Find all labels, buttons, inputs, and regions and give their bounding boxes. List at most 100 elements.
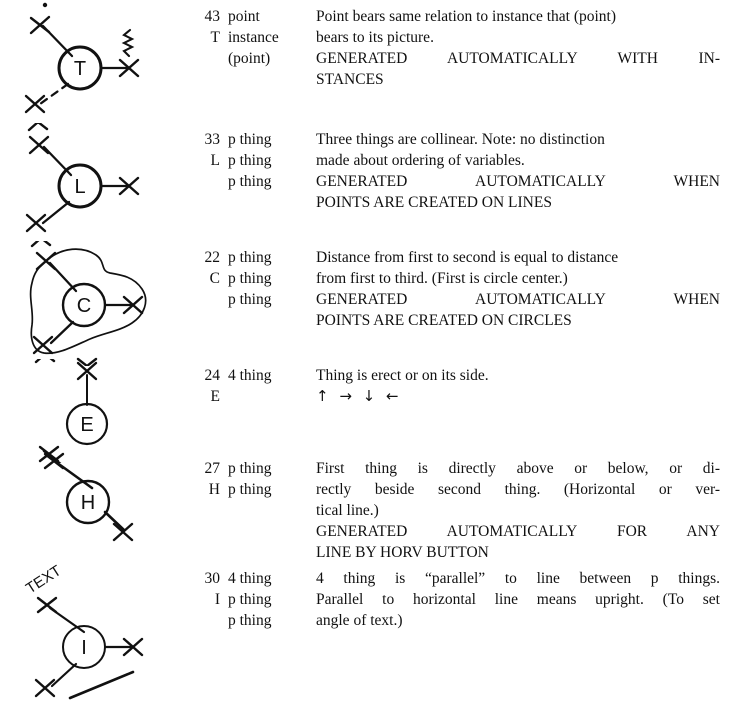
constraint-types-cell: 4 thing: [228, 365, 314, 386]
type-item: instance: [228, 29, 279, 46]
connector-line: [50, 662, 78, 688]
table-row: T 43 T point instance (point) Point bear…: [0, 0, 730, 122]
diagram-e-svg: E: [34, 359, 109, 463]
diagram-h: H: [0, 452, 186, 562]
x-marker-icon: [34, 359, 56, 364]
caps-line: GENERATED AUTOMATICALLY FOR ANY: [316, 523, 720, 540]
node-label: T: [74, 58, 86, 80]
x-marker-icon: [112, 522, 134, 542]
table-row: L 33 L p thing p thing p thing Three thi…: [0, 123, 730, 241]
connector-line: [41, 200, 71, 225]
node-label: H: [81, 492, 95, 514]
constraint-number-cell: 27 H: [186, 458, 221, 500]
constraint-number: 33: [204, 131, 221, 148]
diagram-e: E: [0, 359, 186, 463]
description-line: rectly beside second thing. (Horizontal …: [316, 481, 720, 498]
connector-line: [103, 510, 126, 532]
type-item: p thing: [228, 291, 272, 308]
constraint-types-cell: p thing p thing p thing: [228, 247, 314, 310]
diagram-t: T: [0, 0, 186, 122]
connector-line-dashed: [38, 82, 70, 106]
type-item: p thing: [228, 152, 272, 169]
constraint-description-cell: Three things are collinear. Note: no dis…: [316, 129, 720, 213]
type-item: p thing: [228, 131, 272, 148]
constraint-number-cell: 22 C: [186, 247, 221, 289]
constraint-number-cell: 24 E: [186, 365, 221, 407]
description-line: Thing is erect or on its side.: [316, 367, 489, 384]
constraint-number: 27: [204, 460, 221, 477]
caps-line: LINE BY HORV BUTTON: [316, 544, 489, 561]
type-item: p thing: [228, 249, 272, 266]
constraint-letter: L: [210, 152, 220, 169]
caps-line: GENERATED AUTOMATICALLY WITH IN-: [316, 50, 720, 67]
constraint-letter: T: [210, 29, 220, 46]
orientation-arrows: ↑ → ↓ ←: [316, 387, 402, 405]
diagram-c-svg: C: [29, 241, 147, 366]
diagram-i: I TEXT: [0, 562, 186, 704]
diagram-l: L: [0, 123, 186, 241]
constraint-letter: C: [209, 270, 220, 287]
table-row: I TEXT 30 I 4 thing p thing p thing 4 th…: [0, 562, 730, 704]
constraint-number: 43: [204, 8, 221, 25]
constraint-number-cell: 33 L: [186, 129, 221, 171]
type-item: 4 thing: [228, 367, 272, 384]
x-marker-icon: [32, 335, 54, 355]
description-line: Distance from first to second is equal t…: [316, 249, 619, 266]
description-line: 4 thing is “parallel” to line between p …: [316, 570, 720, 587]
caps-line: GENERATED AUTOMATICALLY WHEN: [316, 173, 720, 190]
connector-line: [49, 320, 75, 345]
constraint-letter: E: [210, 388, 220, 405]
constraint-letter: H: [208, 481, 220, 498]
connector-line: [54, 460, 94, 490]
constraint-description-cell: 4 thing is “parallel” to line between p …: [316, 568, 720, 631]
table-row: E 24 E 4 thing Thing is erect or on its …: [0, 359, 730, 463]
diagram-t-svg: T: [24, 2, 140, 114]
dot-icon: [42, 2, 48, 8]
constraint-description-cell: First thing is directly above or below, …: [316, 458, 720, 563]
constraint-number-cell: 43 T: [186, 6, 221, 48]
constraint-number: 24: [204, 367, 221, 384]
caps-line: POINTS ARE CREATED ON CIRCLES: [316, 312, 572, 329]
x-marker-icon: [27, 123, 49, 132]
constraint-letter: I: [214, 591, 220, 608]
diagram-h-svg: H: [43, 452, 134, 542]
diagram-i-svg: I TEXT: [23, 562, 144, 700]
type-item: point: [228, 8, 260, 25]
description-line: made about ordering of variables.: [316, 152, 525, 169]
constraint-description-cell: Distance from first to second is equal t…: [316, 247, 720, 331]
constraint-number: 22: [204, 249, 221, 266]
description-line: angle of text.): [316, 612, 403, 629]
type-item: p thing: [228, 481, 272, 498]
table-row: H 27 H p thing p thing First thing is di…: [0, 452, 730, 562]
x-marker-icon: [34, 678, 56, 698]
constraint-description-cell: Point bears same relation to instance th…: [316, 6, 720, 90]
text-label: TEXT: [23, 562, 64, 597]
constraint-types-cell: 4 thing p thing p thing: [228, 568, 314, 631]
type-item: p thing: [228, 173, 272, 190]
description-line: bears to its picture.: [316, 29, 434, 46]
x-marker-icon: [28, 135, 50, 155]
constraint-table-page: T 43 T point instance (point) Point bear…: [0, 0, 730, 704]
type-item: 4 thing: [228, 570, 272, 587]
constraint-types-cell: p thing p thing p thing: [228, 129, 314, 192]
description-line: Parallel to horizontal line means uprigh…: [316, 591, 720, 608]
diagram-l-svg: L: [25, 123, 140, 233]
node-label: C: [77, 295, 91, 317]
node-label: L: [74, 176, 85, 198]
node-label: E: [80, 414, 93, 436]
type-item: p thing: [228, 460, 272, 477]
description-line: Point bears same relation to instance th…: [316, 8, 617, 25]
type-item: p thing: [228, 612, 272, 629]
constraint-number: 30: [204, 570, 221, 587]
connector-line: [48, 606, 86, 634]
constraint-description-cell: Thing is erect or on its side. ↑ → ↓ ←: [316, 365, 720, 407]
caps-line: STANCES: [316, 71, 384, 88]
loose-segment: [68, 670, 135, 700]
node-label: I: [81, 637, 87, 659]
description-line: tical line.): [316, 502, 379, 519]
x-marker-icon: [30, 241, 52, 248]
description-line: Three things are collinear. Note: no dis…: [316, 131, 605, 148]
type-item: (point): [228, 50, 271, 67]
diagram-c: C: [0, 241, 186, 366]
description-line: from first to third. (First is circle ce…: [316, 270, 568, 287]
